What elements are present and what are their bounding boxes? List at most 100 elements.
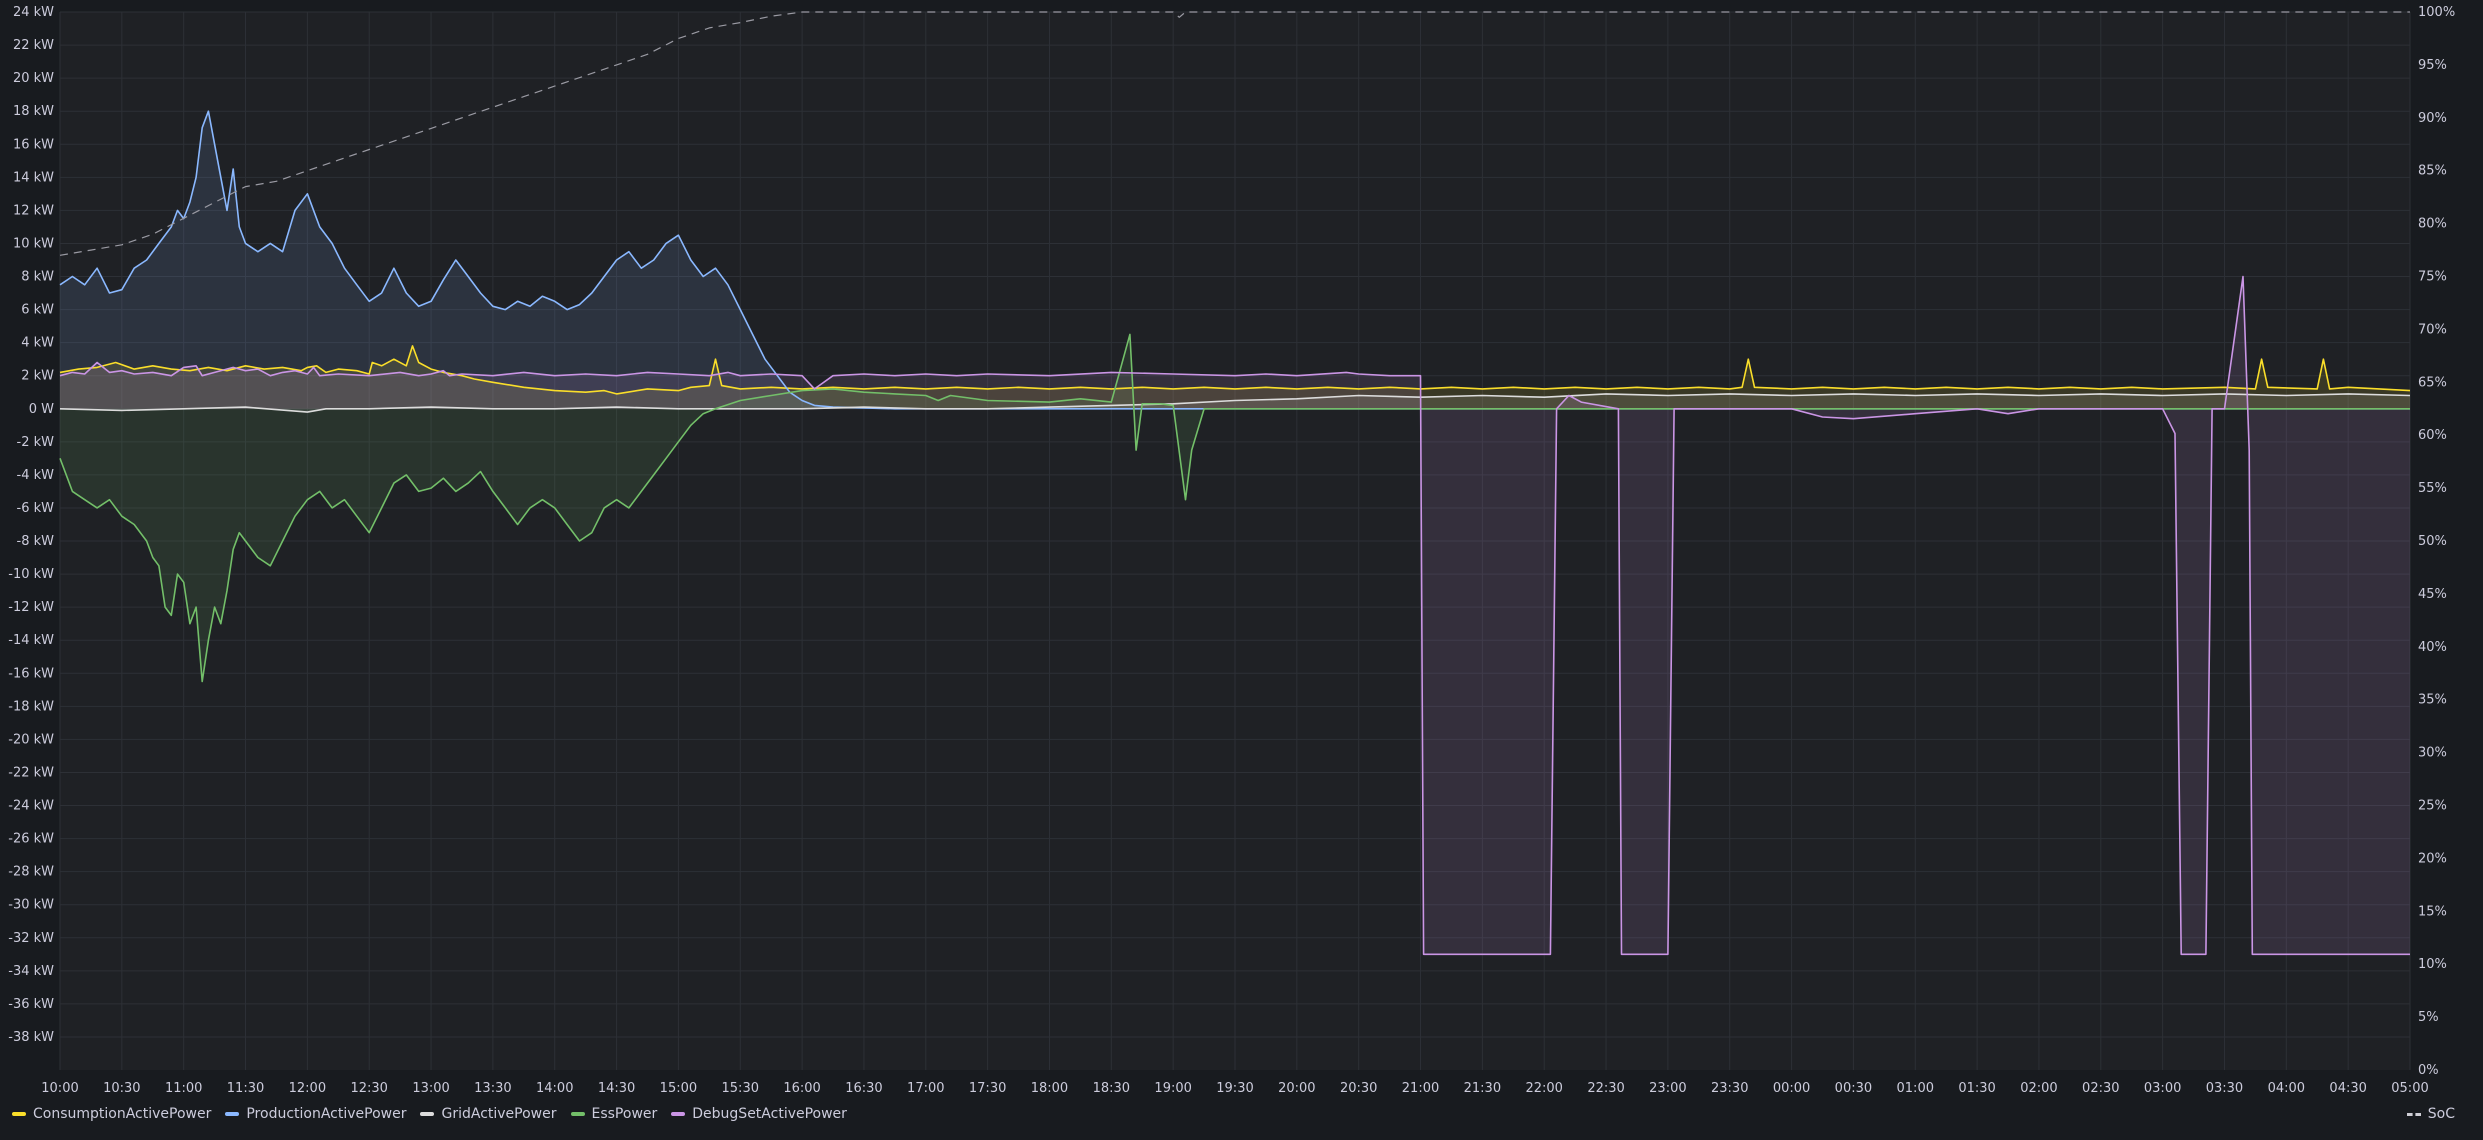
left-tick-label: -12 kW: [8, 600, 54, 615]
left-tick-label: -20 kW: [8, 732, 54, 747]
x-tick-label: 02:00: [2020, 1081, 2057, 1096]
x-tick-label: 20:30: [1340, 1081, 1377, 1096]
x-tick-label: 03:00: [2144, 1081, 2181, 1096]
left-tick-label: 10 kW: [13, 236, 54, 251]
legend-item-ess[interactable]: EssPower: [570, 1106, 658, 1122]
right-tick-label: 80%: [2418, 217, 2447, 232]
right-tick-label: 90%: [2418, 111, 2447, 126]
left-tick-label: -26 kW: [8, 832, 54, 847]
x-tick-label: 10:30: [103, 1081, 140, 1096]
legend-swatch-production: [225, 1112, 240, 1116]
x-tick-label: 11:30: [227, 1081, 264, 1096]
left-tick-label: -14 kW: [8, 633, 54, 648]
left-tick-label: 16 kW: [13, 137, 54, 152]
left-tick-label: 24 kW: [13, 5, 54, 20]
left-tick-label: -2 kW: [17, 435, 55, 450]
x-tick-label: 04:30: [2329, 1081, 2366, 1096]
legend-label-consumption: ConsumptionActivePower: [33, 1106, 212, 1122]
legend-item-soc[interactable]: SoC: [2406, 1103, 2455, 1125]
x-tick-label: 04:00: [2268, 1081, 2305, 1096]
legend-label-ess: EssPower: [591, 1106, 658, 1122]
right-tick-label: 15%: [2418, 904, 2447, 919]
x-tick-label: 15:30: [722, 1081, 759, 1096]
right-tick-label: 20%: [2418, 851, 2447, 866]
legend-swatch-debug: [671, 1112, 686, 1116]
legend-item-production[interactable]: ProductionActivePower: [225, 1106, 406, 1122]
time-series-chart[interactable]: 24 kW 22 kW 20 kW 18 kW 16 kW 14 kW 12 kW 10 kW…: [0, 0, 2483, 1140]
x-tick-label: 23:00: [1649, 1081, 1686, 1096]
left-tick-label: 4 kW: [21, 336, 54, 351]
x-tick-label: 17:00: [907, 1081, 944, 1096]
x-tick-label: 05:00: [2391, 1081, 2428, 1096]
right-tick-label: 60%: [2418, 428, 2447, 443]
x-tick-label: 17:30: [969, 1081, 1006, 1096]
legend-item-consumption[interactable]: ConsumptionActivePower: [12, 1106, 211, 1122]
legend-label-grid: GridActivePower: [441, 1106, 557, 1122]
left-tick-label: -34 kW: [8, 964, 54, 979]
x-tick-label: 20:00: [1278, 1081, 1315, 1096]
right-tick-label: 55%: [2418, 481, 2447, 496]
left-tick-label: -30 kW: [8, 898, 54, 913]
left-tick-label: -8 kW: [17, 534, 55, 549]
left-tick-label: 8 kW: [21, 270, 54, 285]
right-tick-label: 25%: [2418, 799, 2447, 814]
left-tick-label: 14 kW: [13, 170, 54, 185]
x-tick-label: 00:30: [1835, 1081, 1872, 1096]
right-tick-label: 75%: [2418, 270, 2447, 285]
x-tick-label: 18:00: [1031, 1081, 1068, 1096]
x-tick-label: 10:00: [41, 1081, 78, 1096]
x-tick-label: 03:30: [2206, 1081, 2243, 1096]
right-tick-label: 70%: [2418, 322, 2447, 337]
x-tick-label: 19:30: [1216, 1081, 1253, 1096]
left-tick-label: -4 kW: [17, 468, 55, 483]
x-tick-label: 01:00: [1897, 1081, 1934, 1096]
right-axis: 100% 95% 90% 85% 80% 75% 70% 65% 60% 55% 50% 45% 40%…: [2418, 5, 2455, 1078]
legend-label-soc: SoC: [2427, 1106, 2455, 1122]
legend: ConsumptionActivePower ProductionActiveP…: [12, 1103, 861, 1125]
x-tick-label: 11:00: [165, 1081, 202, 1096]
x-tick-label: 16:00: [783, 1081, 820, 1096]
x-tick-label: 13:00: [412, 1081, 449, 1096]
legend-item-grid[interactable]: GridActivePower: [420, 1106, 557, 1122]
right-tick-label: 5%: [2418, 1010, 2439, 1025]
left-tick-label: -22 kW: [8, 765, 54, 780]
left-tick-label: -32 kW: [8, 931, 54, 946]
right-tick-label: 45%: [2418, 587, 2447, 602]
right-tick-label: 65%: [2418, 375, 2447, 390]
right-tick-label: 100%: [2418, 5, 2455, 20]
x-tick-label: 16:30: [845, 1081, 882, 1096]
x-tick-label: 15:00: [660, 1081, 697, 1096]
grid: [59, 11, 2411, 1070]
x-tick-label: 02:30: [2082, 1081, 2119, 1096]
left-tick-label: 22 kW: [13, 38, 54, 53]
legend-swatch-grid: [420, 1112, 435, 1116]
legend-item-debug[interactable]: DebugSetActivePower: [671, 1106, 847, 1122]
x-tick-label: 14:00: [536, 1081, 573, 1096]
x-tick-label: 01:30: [1958, 1081, 1995, 1096]
x-tick-label: 23:30: [1711, 1081, 1748, 1096]
x-axis: 10:00 10:30 11:00 11:30 12:00 12:30 13:00 13:30…: [41, 1081, 2428, 1096]
x-tick-label: 12:30: [350, 1081, 387, 1096]
right-tick-label: 50%: [2418, 534, 2447, 549]
x-tick-label: 12:00: [289, 1081, 326, 1096]
left-tick-label: -36 kW: [8, 997, 54, 1012]
left-tick-label: -24 kW: [8, 799, 54, 814]
x-tick-label: 22:30: [1587, 1081, 1624, 1096]
left-tick-label: 6 kW: [21, 303, 54, 318]
left-tick-label: 0 W: [29, 402, 54, 417]
right-tick-label: 10%: [2418, 957, 2447, 972]
x-tick-label: 00:00: [1773, 1081, 1810, 1096]
legend-label-debug: DebugSetActivePower: [692, 1106, 847, 1122]
left-axis: 24 kW 22 kW 20 kW 18 kW 16 kW 14 kW 12 kW 10 kW…: [8, 5, 54, 1045]
left-tick-label: -10 kW: [8, 567, 54, 582]
x-tick-label: 19:00: [1154, 1081, 1191, 1096]
x-tick-label: 22:00: [1525, 1081, 1562, 1096]
left-tick-label: -28 kW: [8, 865, 54, 880]
left-tick-label: -18 kW: [8, 699, 54, 714]
legend-swatch-consumption: [12, 1112, 26, 1116]
left-tick-label: -16 kW: [8, 666, 54, 681]
x-tick-label: 21:30: [1464, 1081, 1501, 1096]
left-tick-label: -38 kW: [8, 1030, 54, 1045]
legend-swatch-ess: [570, 1112, 585, 1116]
right-tick-label: 40%: [2418, 640, 2447, 655]
